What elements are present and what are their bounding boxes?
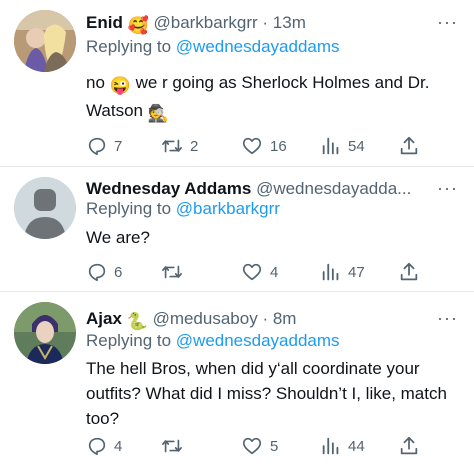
share-button[interactable] bbox=[398, 435, 420, 457]
replying-to-mention[interactable]: @wednesdayaddams bbox=[176, 331, 340, 350]
more-options-icon[interactable]: ··· bbox=[437, 178, 458, 199]
detective-emoji-icon: 🕵 bbox=[147, 104, 169, 123]
views-button[interactable]: 47 bbox=[320, 261, 365, 283]
reply-button[interactable]: 6 bbox=[86, 261, 122, 283]
tweet-header: Enid 🥰 @barkbarkgrr · 13m bbox=[86, 12, 434, 37]
tweet-text: We are? bbox=[86, 228, 150, 247]
tweet-text: no 😜 we r going as Sherlock Holmes and D… bbox=[86, 70, 452, 126]
retweet-count: 2 bbox=[190, 137, 199, 155]
views-button[interactable]: 44 bbox=[320, 435, 365, 457]
reply-count: 4 bbox=[114, 437, 123, 455]
share-icon bbox=[400, 436, 418, 455]
like-count: 16 bbox=[270, 137, 287, 155]
retweet-button[interactable] bbox=[160, 261, 190, 283]
like-count: 4 bbox=[270, 263, 279, 281]
replying-to: Replying to @wednesdayaddams bbox=[86, 36, 340, 58]
analytics-bars-icon bbox=[322, 137, 339, 155]
smiling-hearts-emoji-icon: 🥰 bbox=[127, 16, 149, 35]
share-button[interactable] bbox=[398, 261, 420, 283]
tweet-ajax[interactable]: Ajax 🐍 @medusaboy · 8m ··· Replying to @… bbox=[0, 292, 474, 467]
replying-to: Replying to @wednesdayaddams bbox=[86, 330, 340, 352]
retweet-icon bbox=[162, 265, 182, 279]
user-handle[interactable]: @wednesdayadda... bbox=[256, 179, 411, 198]
retweet-button[interactable] bbox=[160, 435, 190, 457]
tweet-text-part: we r going as Sherlock Holmes and Dr. Wa… bbox=[86, 73, 430, 120]
replying-to-mention[interactable]: @wednesdayaddams bbox=[176, 37, 340, 56]
replying-to-label: Replying to bbox=[86, 37, 176, 56]
reply-button[interactable]: 7 bbox=[86, 135, 122, 157]
heart-icon bbox=[242, 437, 262, 455]
tweet-wednesday[interactable]: Wednesday Addams @wednesdayadda... ··· R… bbox=[0, 167, 474, 291]
tweet-text-part: no bbox=[86, 73, 105, 92]
reply-button[interactable]: 4 bbox=[86, 435, 122, 457]
heart-icon bbox=[242, 137, 262, 155]
views-count: 47 bbox=[348, 263, 365, 281]
views-count: 44 bbox=[348, 437, 365, 455]
avatar-default[interactable] bbox=[14, 177, 76, 239]
avatar-enid-image bbox=[14, 10, 76, 72]
avatar-ajax-image bbox=[14, 302, 76, 364]
more-options-icon[interactable]: ··· bbox=[437, 12, 458, 33]
replying-to-mention[interactable]: @barkbarkgrr bbox=[176, 199, 280, 218]
analytics-bars-icon bbox=[322, 437, 339, 455]
retweet-icon bbox=[162, 439, 182, 453]
timestamp[interactable]: · 8m bbox=[258, 309, 296, 328]
more-options-icon[interactable]: ··· bbox=[437, 308, 458, 329]
reply-icon bbox=[88, 137, 106, 156]
share-icon bbox=[400, 136, 418, 155]
tweet-actions: 7 2 16 54 bbox=[86, 135, 426, 159]
replying-to-label: Replying to bbox=[86, 331, 176, 350]
retweet-button[interactable]: 2 bbox=[160, 135, 198, 157]
like-button[interactable]: 4 bbox=[240, 261, 278, 283]
avatar-enid[interactable] bbox=[14, 10, 76, 72]
share-icon bbox=[400, 262, 418, 281]
like-button[interactable]: 5 bbox=[240, 435, 278, 457]
display-name[interactable]: Wednesday Addams bbox=[86, 179, 251, 198]
heart-icon bbox=[242, 263, 262, 281]
tweet-actions: 4 5 44 bbox=[86, 435, 426, 459]
views-button[interactable]: 54 bbox=[320, 135, 365, 157]
winking-tongue-emoji-icon: 😜 bbox=[109, 76, 131, 95]
like-count: 5 bbox=[270, 437, 279, 455]
reply-icon bbox=[88, 437, 106, 456]
replying-to-label: Replying to bbox=[86, 199, 176, 218]
tweet-text: The hell Bros, when did y‘all coordinate… bbox=[86, 359, 447, 428]
user-handle[interactable]: @barkbarkgrr bbox=[153, 13, 257, 32]
display-name[interactable]: Ajax bbox=[86, 309, 122, 328]
analytics-bars-icon bbox=[322, 263, 339, 281]
avatar-ajax[interactable] bbox=[14, 302, 76, 364]
default-avatar-icon bbox=[14, 177, 76, 239]
reply-count: 6 bbox=[114, 263, 123, 281]
reply-icon bbox=[88, 263, 106, 282]
tweet-enid[interactable]: Enid 🥰 @barkbarkgrr · 13m ··· Replying t… bbox=[0, 0, 474, 166]
retweet-icon bbox=[162, 139, 182, 153]
tweet-header: Wednesday Addams @wednesdayadda... bbox=[86, 178, 434, 200]
user-handle[interactable]: @medusaboy bbox=[153, 309, 258, 328]
like-button[interactable]: 16 bbox=[240, 135, 287, 157]
replying-to: Replying to @barkbarkgrr bbox=[86, 198, 280, 220]
share-button[interactable] bbox=[398, 135, 420, 157]
timestamp[interactable]: · 13m bbox=[258, 13, 305, 32]
reply-count: 7 bbox=[114, 137, 123, 155]
views-count: 54 bbox=[348, 137, 365, 155]
tweet-actions: 6 4 47 bbox=[86, 261, 426, 285]
display-name[interactable]: Enid bbox=[86, 13, 123, 32]
